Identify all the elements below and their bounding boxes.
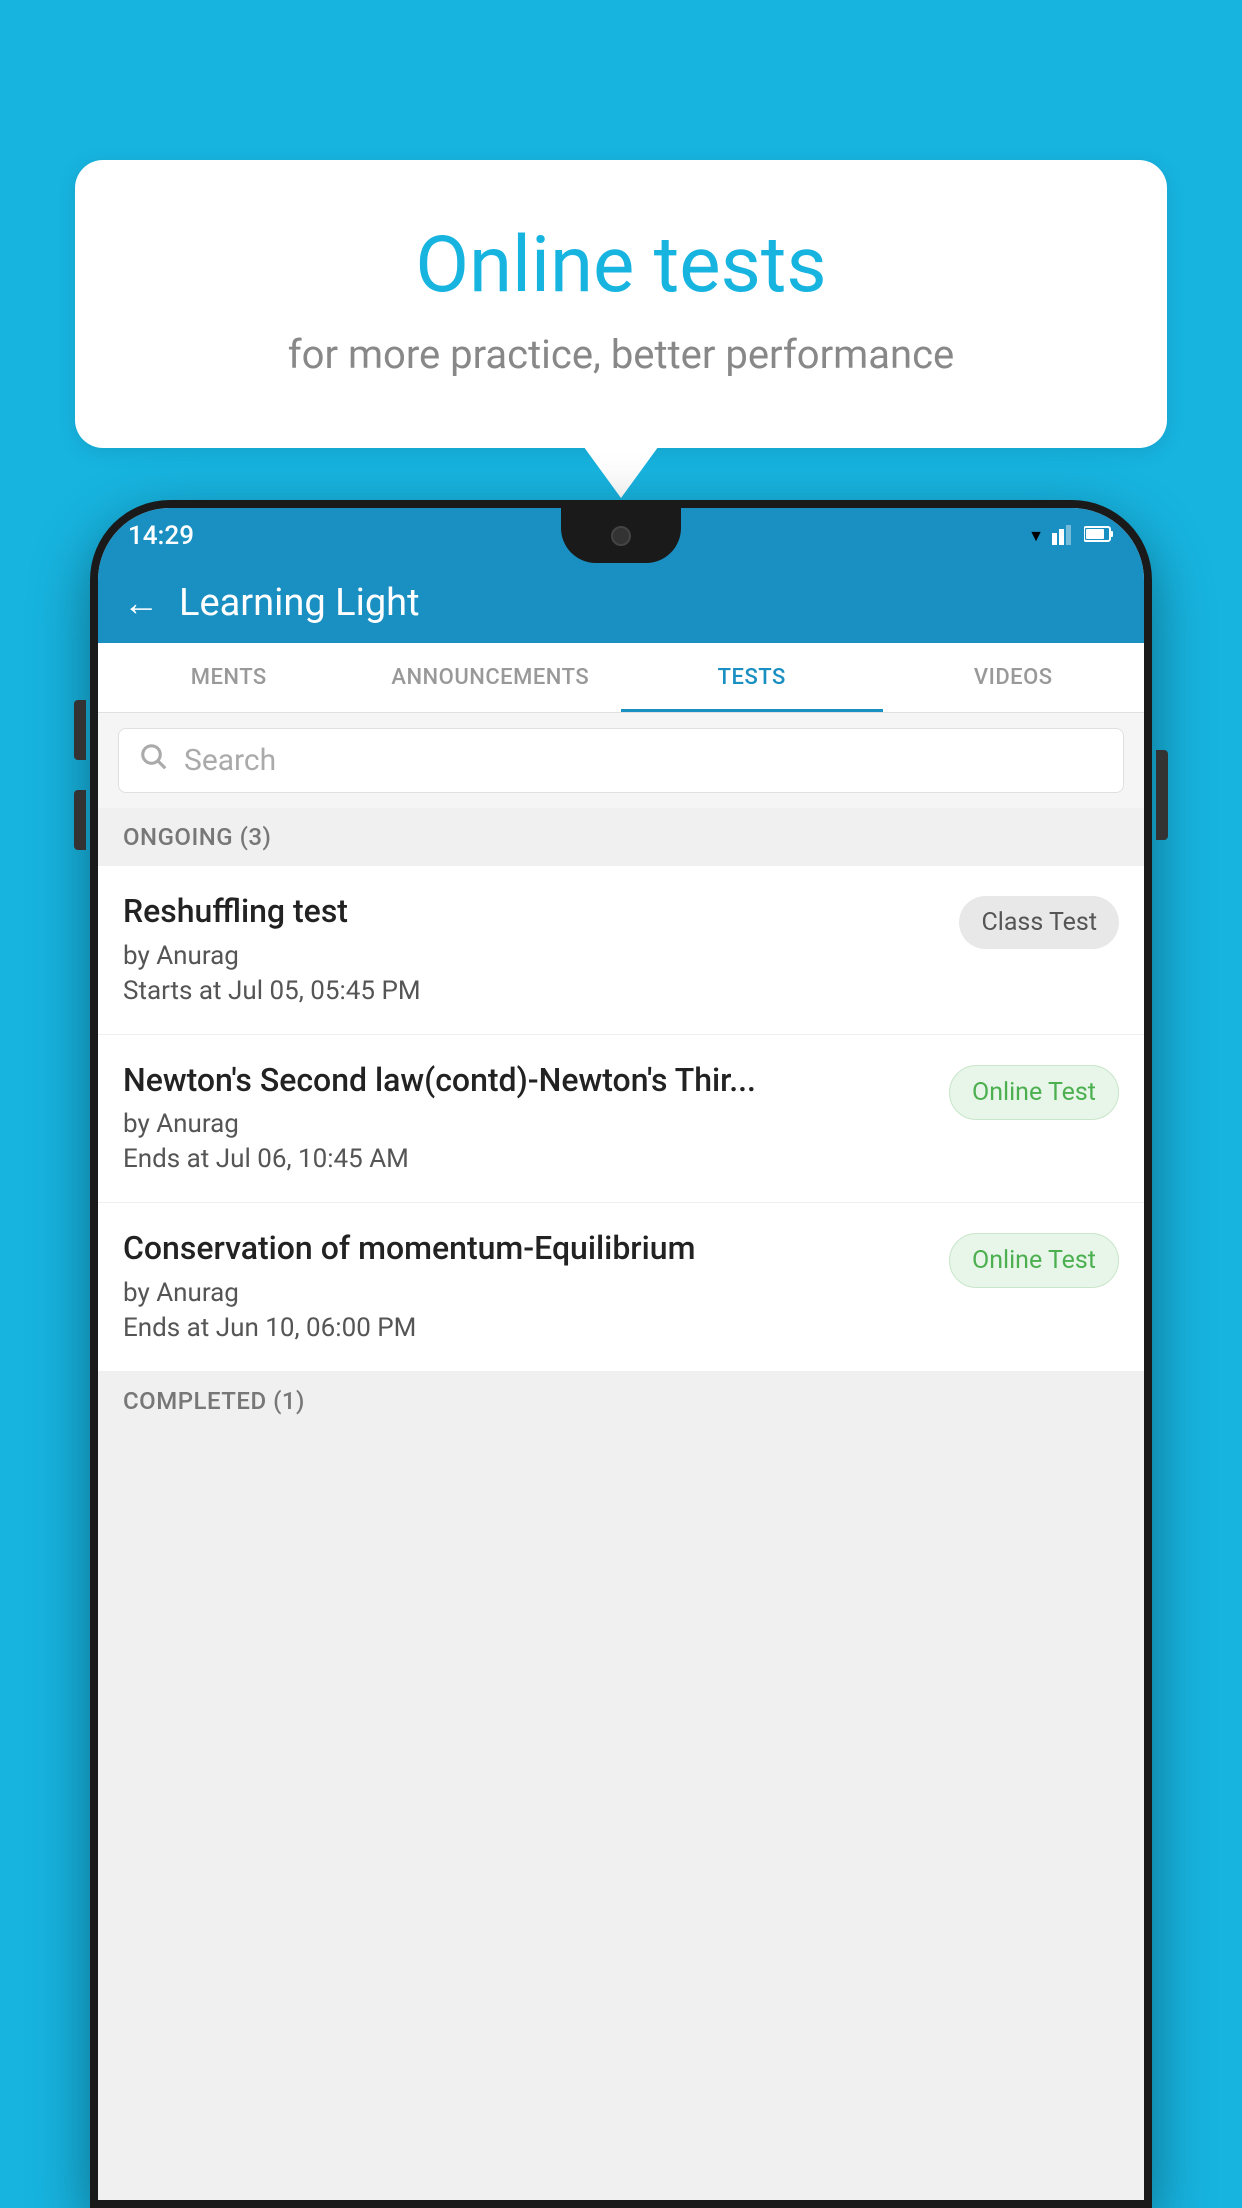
completed-section-header: COMPLETED (1) — [98, 1372, 1144, 1430]
test-author-1: by Anurag — [123, 941, 944, 971]
ongoing-section-header: ONGOING (3) — [98, 808, 1144, 866]
back-button[interactable]: ← — [123, 582, 159, 624]
speech-bubble: Online tests for more practice, better p… — [75, 160, 1167, 448]
test-item-2[interactable]: Newton's Second law(contd)-Newton's Thir… — [98, 1035, 1144, 1204]
speech-bubble-title: Online tests — [125, 220, 1117, 311]
notch-camera — [611, 526, 631, 546]
test-name-1: Reshuffling test — [123, 891, 944, 933]
test-name-2: Newton's Second law(contd)-Newton's Thir… — [123, 1060, 934, 1102]
speech-bubble-subtitle: for more practice, better performance — [125, 331, 1117, 378]
status-bar: 14:29 ▼ — [98, 508, 1144, 563]
test-info-1: Reshuffling test by Anurag Starts at Jul… — [123, 891, 944, 1006]
battery-icon — [1084, 525, 1114, 547]
test-list: Reshuffling test by Anurag Starts at Jul… — [98, 866, 1144, 1372]
phone-screen: 14:29 ▼ ← Learning Light MENTS — [98, 508, 1144, 2200]
search-bar[interactable]: Search — [118, 728, 1124, 793]
test-date-1: Starts at Jul 05, 05:45 PM — [123, 976, 944, 1006]
test-date-2: Ends at Jul 06, 10:45 AM — [123, 1144, 934, 1174]
test-item-3[interactable]: Conservation of momentum-Equilibrium by … — [98, 1203, 1144, 1372]
test-badge-1: Class Test — [959, 896, 1119, 949]
side-button-power — [1156, 750, 1168, 840]
status-bar-icons: ▼ — [1028, 523, 1114, 549]
side-button-volume-down — [74, 790, 86, 850]
tabs-bar: MENTS ANNOUNCEMENTS TESTS VIDEOS — [98, 643, 1144, 713]
wifi-icon: ▼ — [1028, 526, 1044, 546]
notch — [561, 508, 681, 563]
side-button-volume-up — [74, 700, 86, 760]
test-item-1[interactable]: Reshuffling test by Anurag Starts at Jul… — [98, 866, 1144, 1035]
tab-announcements[interactable]: ANNOUNCEMENTS — [360, 643, 622, 712]
search-placeholder: Search — [184, 743, 276, 778]
test-name-3: Conservation of momentum-Equilibrium — [123, 1228, 934, 1270]
test-info-3: Conservation of momentum-Equilibrium by … — [123, 1228, 934, 1343]
search-container: Search — [98, 713, 1144, 808]
test-date-3: Ends at Jun 10, 06:00 PM — [123, 1313, 934, 1343]
phone-frame: 14:29 ▼ ← Learning Light MENTS — [90, 500, 1152, 2208]
test-author-3: by Anurag — [123, 1278, 934, 1308]
app-header: ← Learning Light — [98, 563, 1144, 643]
test-badge-2: Online Test — [949, 1065, 1119, 1120]
tab-videos[interactable]: VIDEOS — [883, 643, 1145, 712]
app-title: Learning Light — [179, 581, 420, 625]
search-icon — [139, 742, 169, 780]
tab-tests[interactable]: TESTS — [621, 643, 883, 712]
test-author-2: by Anurag — [123, 1109, 934, 1139]
test-info-2: Newton's Second law(contd)-Newton's Thir… — [123, 1060, 934, 1175]
tab-ments[interactable]: MENTS — [98, 643, 360, 712]
status-bar-time: 14:29 — [128, 521, 194, 551]
signal-icon — [1052, 523, 1076, 549]
test-badge-3: Online Test — [949, 1233, 1119, 1288]
